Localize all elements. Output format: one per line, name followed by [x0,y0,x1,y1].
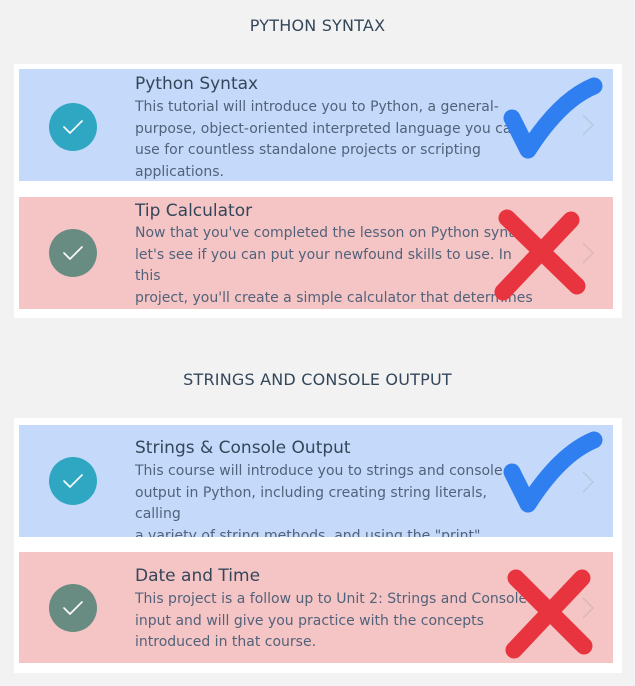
chevron-right-icon[interactable] [581,597,595,619]
chevron-right-icon[interactable] [581,471,595,493]
lesson-card-python-syntax[interactable]: Python Syntax This tutorial will introdu… [19,69,613,181]
completed-check-icon [49,229,97,277]
lesson-title: Strings & Console Output [135,438,351,458]
section-title-strings-console-output: STRINGS AND CONSOLE OUTPUT [183,370,452,389]
lesson-description: This course will introduce you to string… [135,463,503,537]
lesson-panel: Python Syntax This tutorial will introdu… [14,64,622,318]
lesson-title: Date and Time [135,566,261,586]
completed-check-icon [49,103,97,151]
lesson-card-strings-console-output[interactable]: Strings & Console Output This course wil… [19,425,613,537]
completed-check-icon [49,584,97,632]
chevron-right-icon[interactable] [581,242,595,264]
lesson-card-date-and-time[interactable]: Date and Time This project is a follow u… [19,552,613,663]
section-title-python-syntax: PYTHON SYNTAX [249,16,386,35]
lesson-card-tip-calculator[interactable]: Tip Calculator Now that you've completed… [19,197,613,309]
lesson-panel: Strings & Console Output This course wil… [14,418,622,673]
lesson-title: Python Syntax [135,74,259,94]
lesson-description: This project is a follow up to Unit 2: S… [135,591,528,650]
completed-check-icon [49,457,97,505]
lesson-title: Tip Calculator [135,201,253,221]
chevron-right-icon[interactable] [581,114,595,136]
lesson-description: This tutorial will introduce you to Pyth… [135,99,521,180]
lesson-description: Now that you've completed the lesson on … [135,225,535,306]
